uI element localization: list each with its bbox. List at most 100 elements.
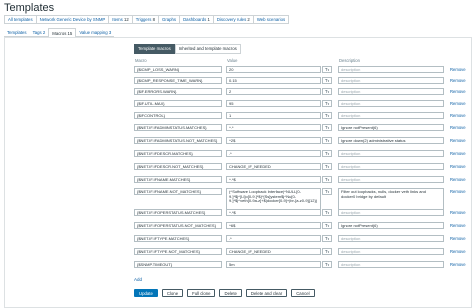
remove-macro-link[interactable]: Remove — [450, 125, 466, 131]
macro-description-input[interactable]: description — [338, 150, 444, 157]
remove-macro-link[interactable]: Remove — [450, 223, 466, 229]
macro-value-input[interactable]: 5m — [226, 261, 321, 268]
remove-macro-link[interactable]: Remove — [450, 101, 466, 107]
value-type-button[interactable]: T▾ — [322, 124, 332, 131]
tab-value-mapping[interactable]: Value mapping 3 — [76, 28, 115, 37]
macro-description-input[interactable]: description — [338, 100, 444, 107]
remove-macro-link[interactable]: Remove — [450, 164, 466, 170]
macro-description-input[interactable]: description — [338, 163, 444, 170]
tab-templates[interactable]: Templates — [4, 28, 30, 37]
remove-macro-link[interactable]: Remove — [450, 67, 466, 73]
remove-macro-link[interactable]: Remove — [450, 151, 466, 157]
macro-description-input[interactable]: Ignore down(2) administrative status — [338, 137, 444, 144]
remove-macro-link[interactable]: Remove — [450, 177, 466, 183]
value-type-button[interactable]: T▾ — [322, 188, 332, 195]
remove-macro-link[interactable]: Remove — [450, 89, 466, 95]
value-type-button[interactable]: T▾ — [322, 88, 332, 95]
clone-button[interactable]: Clone — [161, 289, 184, 297]
value-type-button[interactable]: T▾ — [322, 163, 332, 170]
macro-name-input[interactable]: {$ICMP_RESPONSE_TIME_WARN} — [134, 77, 222, 84]
value-type-button[interactable]: T▾ — [322, 100, 332, 107]
macro-description-input[interactable]: description — [338, 235, 444, 242]
macro-description-input[interactable]: description — [338, 261, 444, 268]
macro-value-input[interactable]: 20 — [226, 66, 321, 73]
remove-macro-link[interactable]: Remove — [450, 113, 466, 119]
macro-value-input[interactable]: .* — [226, 150, 321, 157]
full-clone-button[interactable]: Full clone — [187, 289, 216, 297]
macro-name-input[interactable]: {$ICMP_LOSS_WARN} — [134, 66, 222, 73]
breadcrumb-template[interactable]: Network Generic Device by SNMP — [35, 15, 109, 24]
macro-description-input[interactable]: description — [338, 66, 444, 73]
macro-name-input[interactable]: {$IFCONTROL} — [134, 112, 222, 119]
breadcrumb-dashboards[interactable]: Dashboards 1 — [179, 15, 213, 24]
value-type-button[interactable]: T▾ — [322, 150, 332, 157]
tab-tags[interactable]: Tags 2 — [29, 28, 49, 37]
macro-value-input[interactable]: ^2$ — [226, 137, 321, 144]
macro-value-input[interactable]: 1 — [226, 112, 321, 119]
macro-description-input[interactable]: description — [338, 248, 444, 255]
value-type-button[interactable]: T▾ — [322, 248, 332, 255]
value-type-button[interactable]: T▾ — [322, 176, 332, 183]
macro-name-input[interactable]: {$NET.IF.IFTYPE.MATCHES} — [134, 235, 222, 242]
breadcrumb-graphs[interactable]: Graphs — [157, 15, 180, 24]
remove-macro-link[interactable]: Remove — [450, 236, 466, 242]
macro-value-input[interactable]: CHANGE_IF_NEEDED — [226, 248, 321, 255]
macro-value-input[interactable]: .* — [226, 235, 321, 242]
remove-macro-link[interactable]: Remove — [450, 249, 466, 255]
macro-name-input[interactable]: {$NET.IF.IFDESCR.NOT_MATCHES} — [134, 163, 222, 170]
macro-value-input[interactable]: ^.*$ — [226, 209, 321, 216]
macro-name-input[interactable]: {$NET.IF.IFOPERSTATUS.MATCHES} — [134, 209, 222, 216]
delete-button[interactable]: Delete — [219, 289, 242, 297]
remove-macro-link[interactable]: Remove — [450, 210, 466, 216]
macro-name-input[interactable]: {$NET.IF.IFOPERSTATUS.NOT_MATCHES} — [134, 222, 222, 229]
value-type-button[interactable]: T▾ — [322, 235, 332, 242]
macro-value-input[interactable]: ^.* — [226, 124, 321, 131]
macro-name-input[interactable]: {$IF.ERRORS.WARN} — [134, 88, 222, 95]
macro-name-input[interactable]: {$SNMP.TIMEOUT} — [134, 261, 222, 268]
macro-description-input[interactable]: Ignore notPresent(6) — [338, 124, 444, 131]
remove-macro-link[interactable]: Remove — [450, 189, 466, 195]
macro-value-input[interactable]: (^Software Loopback Interface|^NULL[0-9.… — [226, 188, 321, 211]
value-type-button[interactable]: T▾ — [322, 112, 332, 119]
value-type-button[interactable]: T▾ — [322, 209, 332, 216]
add-macro-link[interactable]: Add — [134, 277, 142, 282]
macro-value-input[interactable]: 95 — [226, 100, 321, 107]
value-type-button[interactable]: T▾ — [322, 261, 332, 268]
tab-macros[interactable]: Macros 15 — [48, 28, 77, 37]
macro-name-input[interactable]: {$NET.IF.IFADMINSTATUS.MATCHES} — [134, 124, 222, 131]
macro-value-input[interactable]: ^.*$ — [226, 176, 321, 183]
subtab-inherited-macros[interactable]: Inherited and template macros — [174, 44, 241, 54]
value-type-button[interactable]: T▾ — [322, 137, 332, 144]
macro-name-input[interactable]: {$NET.IF.IFNAME.MATCHES} — [134, 176, 222, 183]
macro-description-input[interactable]: Filter out loopbacks, nulls, docker veth… — [338, 188, 444, 211]
value-type-button[interactable]: T▾ — [322, 222, 332, 229]
macro-name-input[interactable]: {$NET.IF.IFADMINSTATUS.NOT_MATCHES} — [134, 137, 222, 144]
remove-macro-link[interactable]: Remove — [450, 78, 466, 84]
breadcrumb-discovery-rules[interactable]: Discovery rules 2 — [212, 15, 253, 24]
macro-value-input[interactable]: 2 — [226, 88, 321, 95]
macro-description-input[interactable]: Ignore notPresent(6) — [338, 222, 444, 229]
breadcrumb-items[interactable]: Items 12 — [108, 15, 132, 24]
macro-description-input[interactable]: description — [338, 77, 444, 84]
macro-name-input[interactable]: {$IF.UTIL.MAX} — [134, 100, 222, 107]
macro-description-input[interactable]: description — [338, 209, 444, 216]
breadcrumb-triggers[interactable]: Triggers 8 — [131, 15, 158, 24]
update-button[interactable]: Update — [134, 289, 158, 297]
macro-value-input[interactable]: ^6$ — [226, 222, 321, 229]
value-type-button[interactable]: T▾ — [322, 77, 332, 84]
breadcrumb-web-scenarios[interactable]: Web scenarios — [252, 15, 290, 24]
value-type-button[interactable]: T▾ — [322, 66, 332, 73]
delete-and-clear-button[interactable]: Delete and clear — [245, 289, 288, 297]
remove-macro-link[interactable]: Remove — [450, 262, 466, 268]
macro-description-input[interactable]: description — [338, 88, 444, 95]
macro-name-input[interactable]: {$NET.IF.IFTYPE.NOT_MATCHES} — [134, 248, 222, 255]
remove-macro-link[interactable]: Remove — [450, 138, 466, 144]
macro-value-input[interactable]: 0.15 — [226, 77, 321, 84]
cancel-button[interactable]: Cancel — [291, 289, 315, 297]
subtab-template-macros[interactable]: Template macros — [134, 44, 175, 54]
breadcrumb-all-templates[interactable]: All templates — [4, 15, 36, 24]
macro-value-input[interactable]: CHANGE_IF_NEEDED — [226, 163, 321, 170]
macro-description-input[interactable]: description — [338, 176, 444, 183]
macro-description-input[interactable]: description — [338, 112, 444, 119]
macro-name-input[interactable]: {$NET.IF.IFNAME.NOT_MATCHES} — [134, 188, 222, 195]
